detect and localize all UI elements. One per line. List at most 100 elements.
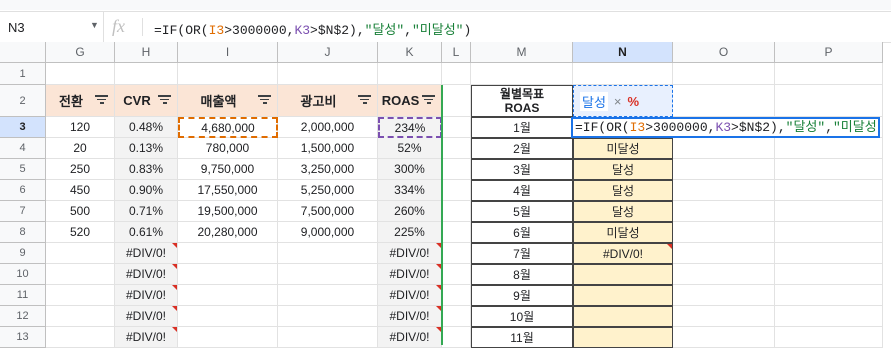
cell-cvr[interactable]: #DIV/0! [115,285,178,306]
cell-cvr[interactable]: #DIV/0! [115,327,178,348]
cell-adcost[interactable] [278,327,378,348]
cell-roas[interactable]: 52% [378,138,442,159]
row-header-9[interactable]: 9 [0,243,46,264]
header-roas[interactable]: ROAS [378,85,442,117]
grid-cell[interactable] [775,306,883,327]
month-cell[interactable]: 1월 [471,117,573,138]
grid-cell[interactable] [442,159,471,180]
cell-adcost[interactable] [278,264,378,285]
cell-revenue[interactable] [178,306,278,327]
grid-cell[interactable] [442,243,471,264]
cell-revenue[interactable] [178,264,278,285]
month-cell[interactable]: 4월 [471,180,573,201]
grid-cell[interactable] [775,138,883,159]
row-header-5[interactable]: 5 [0,159,46,180]
grid-cell[interactable] [673,285,775,306]
cell-adcost[interactable] [278,306,378,327]
autocomplete-chip[interactable]: 달성 [580,91,608,111]
grid-cell[interactable] [673,180,775,201]
grid-cell[interactable] [442,138,471,159]
result-cell[interactable]: 미달성 [573,138,673,159]
cell-cvr[interactable]: 0.61% [115,222,178,243]
cell-roas[interactable]: 260% [378,201,442,222]
grid-cell[interactable] [115,63,178,85]
cell-cvr[interactable]: 0.90% [115,180,178,201]
cell-cvr[interactable]: 0.71% [115,201,178,222]
row-header-4[interactable]: 4 [0,138,46,159]
month-cell[interactable]: 11월 [471,327,573,348]
cell-adcost[interactable]: 1,500,000 [278,138,378,159]
row-header-13[interactable]: 13 [0,327,46,348]
cell-roas[interactable]: 300% [378,159,442,180]
cell-adcost[interactable] [278,243,378,264]
cell-roas[interactable]: #DIV/0! [378,306,442,327]
cell-revenue[interactable]: 780,000 [178,138,278,159]
cell-roas[interactable]: #DIV/0! [378,264,442,285]
grid-cell[interactable] [775,180,883,201]
result-cell[interactable]: 달성 [573,180,673,201]
row-header-10[interactable]: 10 [0,264,46,285]
cell-revenue[interactable] [178,243,278,264]
grid-cell[interactable] [442,327,471,348]
cell-adcost[interactable]: 3,250,000 [278,159,378,180]
filter-icon[interactable] [422,95,435,106]
row-header-7[interactable]: 7 [0,201,46,222]
cell-cvr[interactable]: 0.13% [115,138,178,159]
grid-cell[interactable] [673,243,775,264]
grid-cell[interactable] [775,85,883,117]
cell-conv[interactable]: 450 [46,180,115,201]
grid-cell[interactable] [673,201,775,222]
cell-roas[interactable]: #DIV/0! [378,285,442,306]
filter-icon[interactable] [158,95,171,106]
grid-cell[interactable] [442,222,471,243]
column-header-m[interactable]: M [471,42,573,63]
cell-roas[interactable]: 334% [378,180,442,201]
result-cell[interactable]: #DIV/0! [573,243,673,264]
grid-cell[interactable] [673,327,775,348]
cell-conv[interactable]: 520 [46,222,115,243]
cell-conv[interactable]: 500 [46,201,115,222]
cell-roas[interactable]: 234% [378,117,442,138]
result-cell[interactable] [573,285,673,306]
cell-revenue[interactable] [178,285,278,306]
column-header-k[interactable]: K [378,42,442,63]
grid-cell[interactable] [775,63,883,85]
grid-cell[interactable] [775,243,883,264]
result-cell[interactable]: 미달성 [573,222,673,243]
result-cell[interactable]: 달성 [573,159,673,180]
grid-cell[interactable] [442,117,471,138]
month-cell[interactable]: 6월 [471,222,573,243]
cell-conv[interactable] [46,264,115,285]
cell-revenue[interactable]: 4,680,000 [178,117,278,138]
cell-revenue[interactable]: 17,550,000 [178,180,278,201]
cell-revenue[interactable] [178,327,278,348]
result-cell[interactable]: 달성 [573,201,673,222]
grid-cell[interactable] [178,63,278,85]
cell-revenue[interactable]: 20,280,000 [178,222,278,243]
grid-cell[interactable] [442,180,471,201]
cell-adcost[interactable]: 2,000,000 [278,117,378,138]
month-cell[interactable]: 5월 [471,201,573,222]
grid-cell[interactable] [775,264,883,285]
column-header-g[interactable]: G [46,42,115,63]
grid-cell[interactable] [442,285,471,306]
cell-conv[interactable] [46,306,115,327]
cell-cvr[interactable]: 0.83% [115,159,178,180]
cell-cvr[interactable]: #DIV/0! [115,243,178,264]
result-cell[interactable] [573,327,673,348]
cell-conv[interactable]: 120 [46,117,115,138]
grid-cell[interactable] [378,63,442,85]
grid-cell[interactable] [673,222,775,243]
cell-roas[interactable]: 225% [378,222,442,243]
cell-revenue[interactable]: 9,750,000 [178,159,278,180]
cell-conv[interactable]: 20 [46,138,115,159]
grid-cell[interactable] [46,63,115,85]
grid-cell[interactable] [775,285,883,306]
row-header-3[interactable]: 3 [0,117,46,138]
cell-conv[interactable]: 250 [46,159,115,180]
grid-cell[interactable] [278,63,378,85]
name-box[interactable]: N3 ▼ [0,12,104,42]
row-header-8[interactable]: 8 [0,222,46,243]
formula-input[interactable]: =IF(OR(I3>3000000,K3>$N$2),"달성","미달성") [154,19,471,38]
row-header-2[interactable]: 2 [0,85,46,117]
